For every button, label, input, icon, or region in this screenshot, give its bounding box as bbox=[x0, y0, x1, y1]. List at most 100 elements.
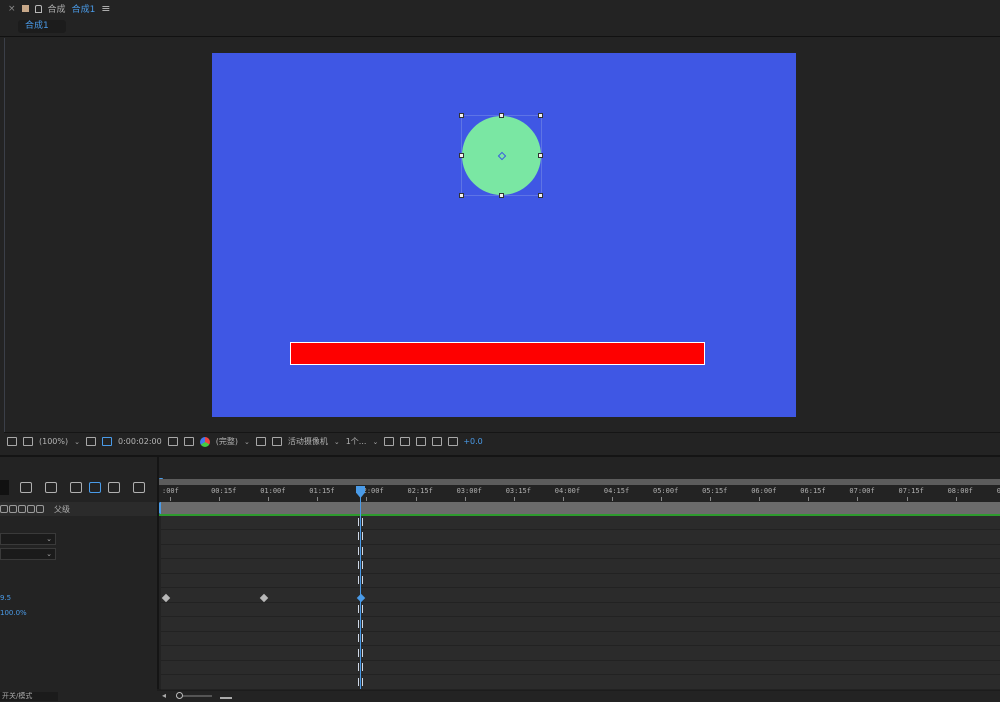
flowchart-icon[interactable] bbox=[432, 437, 443, 446]
cti-marker bbox=[358, 547, 363, 555]
property-value[interactable]: 9.5 bbox=[0, 591, 11, 605]
parent-dropdown[interactable]: ⌄ bbox=[0, 548, 56, 560]
zoom-dropdown[interactable]: (100%) bbox=[39, 437, 68, 446]
chevron-down-icon: ⌄ bbox=[46, 550, 52, 558]
always-preview-icon[interactable] bbox=[7, 437, 17, 446]
track-row[interactable] bbox=[161, 531, 1000, 545]
layer-row: ⌄ bbox=[0, 532, 157, 546]
timeline-footer: 开关/模式 ◂ bbox=[0, 691, 1000, 702]
current-time-display[interactable]: 0:00:02:00 bbox=[118, 437, 162, 446]
draft-3d-icon[interactable] bbox=[45, 482, 57, 493]
viewer-toolbar: (100%) ⌄ 0:00:02:00 (完整) ⌄ 活动摄像机 ⌄ 1个...… bbox=[4, 432, 1000, 450]
transform-handle-bl[interactable] bbox=[459, 193, 464, 198]
cti-marker bbox=[358, 663, 363, 671]
ruler-tick bbox=[219, 497, 221, 501]
parent-dropdown[interactable]: ⌄ bbox=[0, 533, 56, 545]
active-comp-name[interactable]: 合成1 bbox=[72, 2, 96, 15]
cti-marker bbox=[358, 620, 363, 628]
3d-layer-column-icon bbox=[36, 505, 44, 513]
track-row[interactable] bbox=[161, 574, 1000, 588]
cti-marker bbox=[358, 634, 363, 642]
camera-snapshot-icon[interactable] bbox=[167, 437, 178, 446]
layer-duration-bar[interactable] bbox=[161, 502, 1000, 514]
transform-handle-t[interactable] bbox=[499, 113, 504, 118]
resolution-dropdown[interactable]: (完整) bbox=[216, 436, 238, 447]
chevron-down-icon[interactable]: ⌄ bbox=[74, 438, 80, 446]
transform-handle-b[interactable] bbox=[499, 193, 504, 198]
ruler-tick bbox=[562, 497, 564, 501]
layer-row: ⌄ bbox=[0, 547, 157, 561]
tab-comp1[interactable]: 合成1 bbox=[18, 20, 66, 33]
ruler-tick-label: 04:15f bbox=[603, 487, 630, 495]
transform-handle-l[interactable] bbox=[459, 153, 464, 158]
timeline-tools bbox=[0, 477, 157, 499]
panel-menu-icon[interactable]: ≡ bbox=[101, 2, 110, 15]
panel-type-label: 合成 bbox=[47, 5, 66, 15]
color-channels-icon[interactable] bbox=[199, 436, 210, 447]
scale-value[interactable]: 100.0% bbox=[0, 606, 27, 620]
track-row[interactable] bbox=[161, 589, 1000, 603]
ruler-tick bbox=[857, 497, 859, 501]
views-dropdown[interactable]: 1个... bbox=[346, 436, 367, 447]
lock-icon[interactable] bbox=[34, 4, 42, 13]
monitor-icon[interactable] bbox=[23, 437, 33, 446]
track-row[interactable] bbox=[161, 560, 1000, 574]
fast-preview-icon[interactable] bbox=[400, 437, 411, 446]
region-of-interest-icon[interactable] bbox=[255, 437, 266, 446]
ruler-tick-label: 05:15f bbox=[702, 487, 728, 495]
chevron-down-icon[interactable]: ⌄ bbox=[372, 438, 378, 446]
track-row[interactable] bbox=[161, 632, 1000, 646]
close-icon[interactable]: × bbox=[8, 4, 16, 14]
property-row: 100.0% bbox=[0, 606, 157, 620]
exposure-value[interactable]: +0.0 bbox=[463, 437, 482, 446]
track-row[interactable] bbox=[161, 618, 1000, 632]
zoom-slider-handle[interactable] bbox=[176, 692, 183, 699]
ruler-tick bbox=[759, 497, 761, 501]
graph-editor-icon[interactable] bbox=[133, 482, 145, 493]
track-row[interactable] bbox=[161, 603, 1000, 617]
camera-dropdown[interactable]: 活动摄像机 bbox=[288, 436, 328, 447]
track-row[interactable] bbox=[161, 661, 1000, 675]
transform-handle-tr[interactable] bbox=[538, 113, 543, 118]
transform-handle-r[interactable] bbox=[538, 153, 543, 158]
track-area[interactable] bbox=[161, 516, 1000, 690]
safe-margins-icon[interactable] bbox=[86, 437, 96, 446]
show-snapshot-icon[interactable] bbox=[183, 437, 194, 446]
cti-marker bbox=[358, 605, 363, 613]
track-row[interactable] bbox=[161, 545, 1000, 559]
track-row[interactable] bbox=[161, 647, 1000, 661]
ruler-tick bbox=[955, 497, 957, 501]
timeline-icon[interactable] bbox=[416, 437, 427, 446]
chevron-down-icon[interactable]: ⌄ bbox=[334, 438, 340, 446]
comp-mini-flowchart-icon[interactable] bbox=[20, 482, 32, 493]
panel-header: × 合成 合成1 ≡ bbox=[0, 0, 1000, 17]
track-row[interactable] bbox=[161, 516, 1000, 530]
chevron-down-icon[interactable]: ⌄ bbox=[244, 438, 250, 446]
cti-marker bbox=[358, 678, 363, 686]
shy-layers-icon[interactable] bbox=[70, 482, 82, 493]
ruler-tick bbox=[611, 497, 613, 501]
zoom-in-icon[interactable] bbox=[220, 691, 232, 699]
toggle-pixel-aspect-icon[interactable] bbox=[384, 437, 395, 446]
ruler-tick bbox=[317, 497, 319, 501]
transform-handle-tl[interactable] bbox=[459, 113, 464, 118]
property-row: 9.5 bbox=[0, 591, 157, 605]
time-ruler[interactable]: :00f 00:15f 01:00f 01:15f 02:00f 02:15f 03:00f… bbox=[159, 485, 1000, 501]
mask-visibility-icon[interactable] bbox=[102, 437, 112, 446]
red-bar-layer[interactable] bbox=[290, 342, 705, 365]
comp-color-icon bbox=[21, 5, 29, 12]
shy-column-icon bbox=[0, 505, 8, 513]
ruler-tick-label: 00:15f bbox=[211, 487, 237, 495]
track-row[interactable] bbox=[161, 676, 1000, 690]
zoom-out-icon[interactable]: ◂ bbox=[162, 691, 166, 700]
exposure-reset-icon[interactable] bbox=[448, 437, 459, 446]
transform-handle-br[interactable] bbox=[538, 193, 543, 198]
cti-marker bbox=[358, 649, 363, 657]
ruler-tick bbox=[513, 497, 515, 501]
timeline-graph[interactable]: :00f 00:15f 01:00f 01:15f 02:00f 02:15f 03:00f… bbox=[157, 457, 1000, 690]
ruler-tick-label: 01:15f bbox=[309, 487, 335, 495]
ruler-tick-label: :00f bbox=[162, 487, 179, 495]
motion-blur-icon[interactable] bbox=[108, 482, 120, 493]
frame-blending-icon[interactable] bbox=[89, 482, 101, 493]
transparency-grid-icon[interactable] bbox=[271, 437, 282, 446]
